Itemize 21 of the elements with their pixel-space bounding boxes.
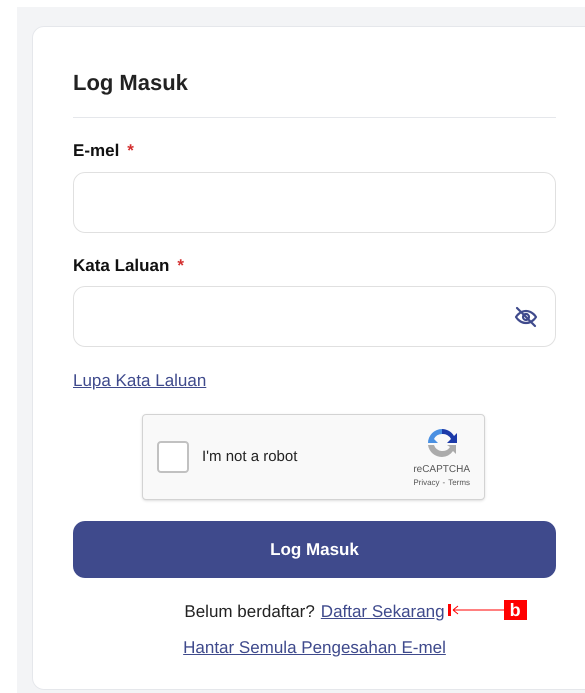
link-separator: - — [442, 476, 446, 488]
privacy-link[interactable]: Privacy — [413, 476, 440, 488]
login-button[interactable]: Log Masuk — [73, 521, 556, 578]
required-mark: * — [127, 140, 134, 162]
recaptcha-brand: reCAPTCHA — [413, 462, 470, 476]
password-field[interactable] — [73, 286, 556, 347]
page-title: Log Masuk — [73, 70, 188, 95]
captcha-checkbox[interactable] — [157, 441, 189, 473]
register-prompt: Belum berdaftar? — [184, 601, 315, 623]
eye-slash-icon[interactable] — [513, 304, 539, 328]
captcha-label: I'm not a robot — [202, 446, 298, 467]
forgot-password-link[interactable]: Lupa Kata Laluan — [73, 371, 206, 390]
field-label: Kata Laluan — [73, 254, 170, 276]
email-field[interactable] — [73, 172, 556, 232]
annotation-arrow — [448, 602, 504, 618]
required-mark: * — [177, 254, 184, 276]
register-link[interactable]: Daftar Sekarang — [320, 602, 445, 621]
field-label: E-mel — [73, 140, 120, 162]
terms-link[interactable]: Terms — [448, 476, 470, 488]
resend-verification-link[interactable]: Hantar Semula Pengesahan E-mel — [183, 634, 446, 660]
annotation-label: b — [504, 600, 527, 620]
